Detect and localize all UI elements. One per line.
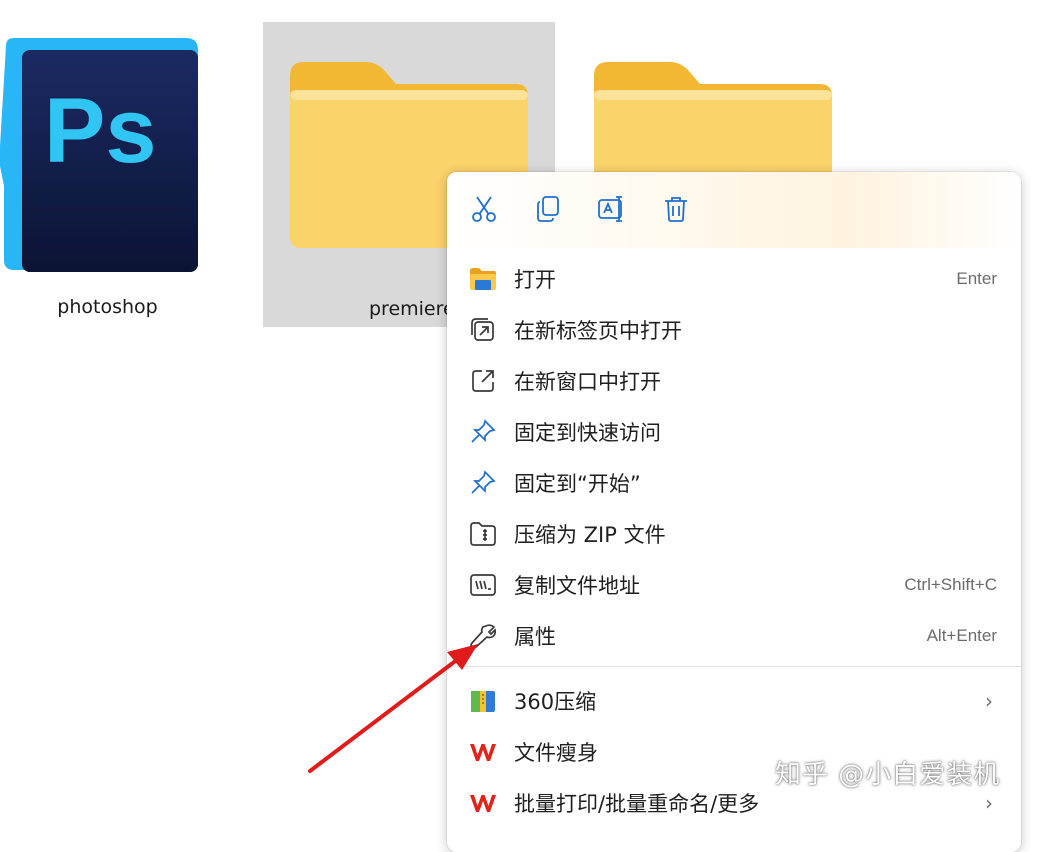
- menu-item-open-new-tab[interactable]: 在新标签页中打开: [447, 305, 1021, 355]
- wps-icon: [467, 787, 499, 819]
- menu-item-open-new-window[interactable]: 在新窗口中打开: [447, 356, 1021, 406]
- folder-open-icon: [467, 263, 499, 295]
- menu-item-label: 360压缩: [514, 690, 597, 714]
- rename-icon[interactable]: [595, 192, 629, 226]
- pin-icon: [467, 467, 499, 499]
- menu-item-label: 批量打印/批量重命名/更多: [514, 792, 760, 816]
- 360-zip-icon: [467, 685, 499, 717]
- menu-item-360-zip[interactable]: 360压缩 ›: [447, 676, 1021, 726]
- menu-item-label: 属性: [514, 625, 556, 649]
- copy-path-icon: [467, 569, 499, 601]
- menu-separator: [447, 666, 1021, 667]
- menu-item-label: 复制文件地址: [514, 574, 640, 598]
- pin-icon: [467, 416, 499, 448]
- submenu-chevron-icon: ›: [985, 791, 993, 815]
- wps-icon: [467, 736, 499, 768]
- premiere-label: premiere: [369, 298, 455, 320]
- menu-item-properties[interactable]: 属性 Alt+Enter: [447, 611, 1021, 661]
- menu-item-pin-start[interactable]: 固定到“开始”: [447, 458, 1021, 508]
- photoshop-app-icon: Ps: [0, 38, 198, 272]
- menu-item-compress-zip[interactable]: 压缩为 ZIP 文件: [447, 509, 1021, 559]
- context-menu: 打开 Enter 在新标签页中打开 在新窗口中打开 固定到快速访问 固定到“开始…: [447, 172, 1021, 852]
- zip-icon: [467, 518, 499, 550]
- watermark: 知乎 @小白爱装机: [775, 760, 1001, 790]
- menu-item-label: 压缩为 ZIP 文件: [514, 523, 666, 547]
- photoshop-desktop-item[interactable]: Ps photoshop: [0, 0, 215, 330]
- menu-item-label: 固定到快速访问: [514, 421, 661, 445]
- menu-item-label: 打开: [514, 268, 556, 292]
- submenu-chevron-icon: ›: [985, 689, 993, 713]
- menu-item-label: 在新窗口中打开: [514, 370, 661, 394]
- menu-item-label: 文件瘦身: [514, 741, 598, 765]
- context-menu-toolbar: [447, 172, 1021, 248]
- new-tab-icon: [467, 314, 499, 346]
- delete-icon[interactable]: [659, 192, 693, 226]
- cut-icon[interactable]: [467, 192, 501, 226]
- menu-item-label: 在新标签页中打开: [514, 319, 682, 343]
- menu-item-open[interactable]: 打开 Enter: [447, 254, 1021, 304]
- copy-icon[interactable]: [531, 192, 565, 226]
- folder-icon[interactable]: [592, 60, 834, 180]
- shortcut-label: Enter: [956, 269, 997, 288]
- photoshop-label: photoshop: [57, 296, 158, 318]
- ps-logo-text: Ps: [44, 80, 157, 182]
- menu-item-pin-quick-access[interactable]: 固定到快速访问: [447, 407, 1021, 457]
- menu-item-copy-path[interactable]: 复制文件地址 Ctrl+Shift+C: [447, 560, 1021, 610]
- shortcut-label: Alt+Enter: [926, 626, 997, 645]
- shortcut-label: Ctrl+Shift+C: [904, 575, 997, 594]
- menu-item-label: 固定到“开始”: [514, 472, 641, 496]
- new-window-icon: [467, 365, 499, 397]
- wrench-icon: [467, 620, 499, 652]
